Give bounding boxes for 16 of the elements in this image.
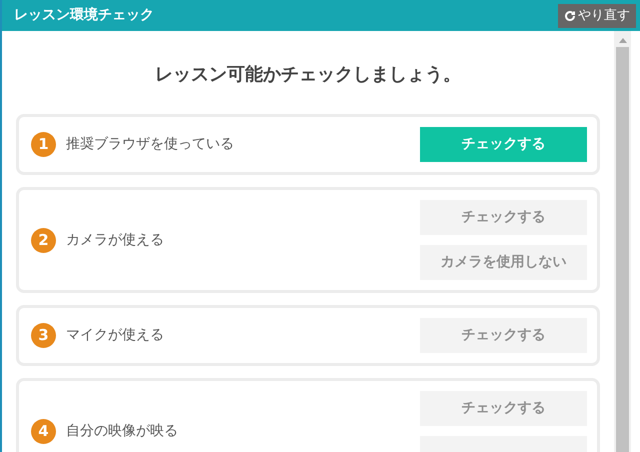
scrollbar[interactable]	[614, 31, 631, 452]
scrollbar-thumb[interactable]	[616, 47, 629, 452]
step-number: 2	[31, 228, 56, 252]
page-heading: レッスン可能かチェックしましょう。	[154, 63, 462, 87]
redo-button[interactable]: やり直す	[558, 4, 636, 28]
step-number: 4	[31, 418, 56, 444]
step-number: 3	[31, 323, 56, 348]
step-label: マイクが使える	[66, 326, 165, 345]
step-label: カメラが使える	[66, 230, 165, 250]
check-button[interactable]: チェックする	[420, 127, 587, 162]
scroll-up-icon[interactable]	[618, 37, 626, 43]
refresh-icon	[564, 10, 576, 22]
step-label: 自分の映像が映る	[66, 422, 179, 440]
step-label: 推奨ブラウザを使っている	[66, 135, 235, 154]
window-title: レッスン環境チェック	[14, 6, 154, 25]
step-number: 1	[31, 132, 56, 157]
